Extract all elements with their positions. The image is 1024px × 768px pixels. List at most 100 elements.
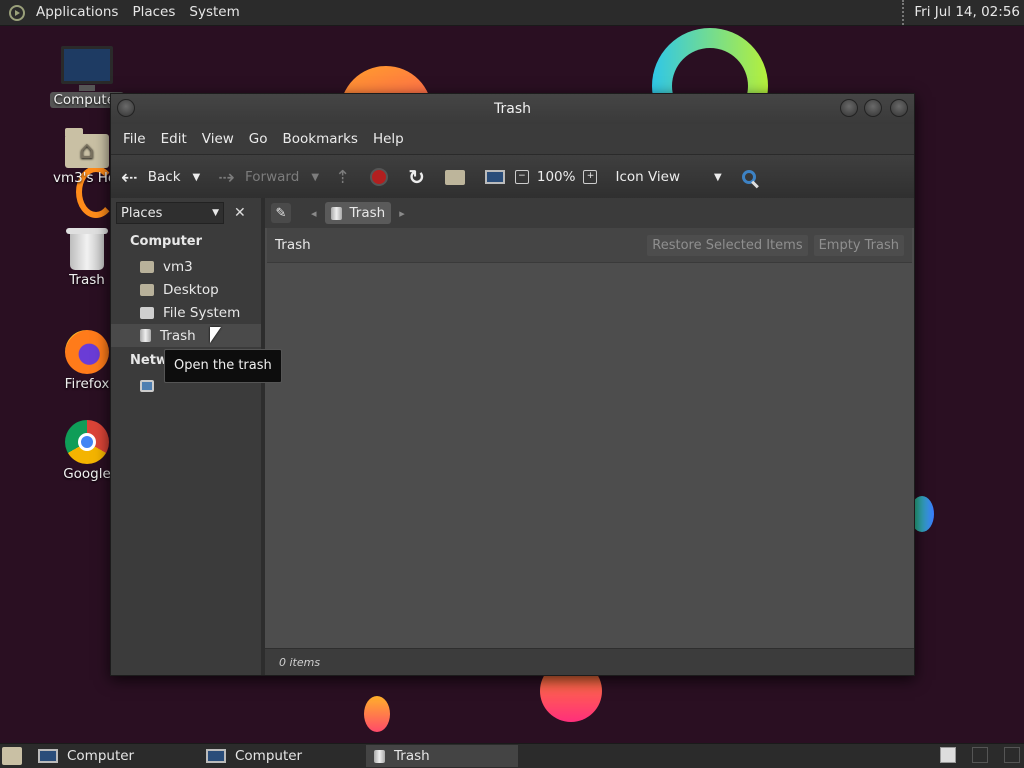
zoom-control[interactable]: − 100% +: [510, 161, 611, 193]
show-desktop-icon[interactable]: [2, 747, 22, 765]
empty-trash-button[interactable]: Empty Trash: [813, 234, 904, 256]
forward-button[interactable]: ⇢ Forward ▼: [213, 161, 324, 193]
menu-system[interactable]: System: [182, 0, 246, 25]
breadcrumb-label: Trash: [349, 205, 386, 221]
up-button[interactable]: ⇡: [330, 161, 355, 193]
sidebar-item-desktop[interactable]: Desktop: [111, 278, 261, 301]
file-view-area[interactable]: [265, 263, 914, 648]
reload-button[interactable]: ↻: [403, 161, 430, 193]
sidebar-section-computer: Computer: [130, 234, 203, 249]
window-title: Trash: [494, 101, 531, 117]
top-panel: Applications Places System Fri Jul 14, 0…: [0, 0, 1024, 26]
close-button[interactable]: [890, 99, 908, 117]
restore-selected-button[interactable]: Restore Selected Items: [647, 234, 808, 256]
chevron-left-icon[interactable]: ◂: [311, 207, 317, 220]
home-folder-icon: [65, 128, 109, 168]
computer-icon: [38, 749, 58, 763]
breadcrumb-trash[interactable]: Trash: [324, 202, 392, 224]
sidebar-selector-label: Places: [121, 205, 163, 221]
zoom-in-icon[interactable]: +: [583, 170, 598, 184]
computer-icon: [61, 46, 113, 91]
menu-help[interactable]: Help: [367, 131, 410, 147]
sidebar-item-filesystem[interactable]: File System: [111, 301, 261, 324]
file-manager-window: Trash File Edit View Go Bookmarks Help ⇠…: [110, 93, 915, 676]
sidebar-item-vm3[interactable]: vm3: [111, 255, 261, 278]
forward-arrow-icon: ⇢: [218, 165, 236, 189]
window-titlebar[interactable]: Trash: [111, 94, 914, 124]
workspace-2[interactable]: [972, 747, 988, 763]
back-button[interactable]: ⇠ Back ▼: [111, 161, 205, 193]
forward-label: Forward: [245, 169, 300, 185]
trash-infobar: Trash Restore Selected Items Empty Trash: [267, 228, 912, 263]
trash-icon: [66, 228, 108, 270]
status-bar: 0 items: [265, 648, 914, 675]
tooltip: Open the trash: [164, 349, 282, 383]
window-menu-button[interactable]: [117, 99, 135, 117]
toolbar: ⇠ Back ▼ ⇢ Forward ▼ ⇡ ↻ − 100% + Icon V…: [111, 154, 914, 200]
menu-applications[interactable]: Applications: [29, 0, 125, 25]
location-bar: ✎ ◂ Trash ▸: [265, 198, 914, 228]
sidebar-item-label: Trash: [160, 327, 196, 344]
mouse-cursor-icon: [210, 327, 221, 343]
trash-icon: [140, 329, 151, 342]
window-body: Places ▼ ✕ Computer vm3 Desktop File Sys…: [111, 198, 914, 675]
main-pane: ✎ ◂ Trash ▸ Trash Restore Selected Items…: [265, 198, 914, 675]
chevron-down-icon[interactable]: ▼: [311, 172, 319, 183]
taskbar-item-computer[interactable]: Computer: [30, 745, 182, 767]
network-icon: [140, 379, 154, 392]
back-label: Back: [147, 169, 181, 185]
minimize-button[interactable]: [840, 99, 858, 117]
firefox-icon: [65, 330, 109, 374]
view-mode-select[interactable]: Icon View ▼: [610, 161, 726, 193]
workspace-1[interactable]: [940, 747, 956, 763]
menu-file[interactable]: File: [117, 131, 152, 147]
taskbar-label: Trash: [394, 748, 430, 764]
home-folder-icon: [444, 169, 465, 185]
menu-bookmarks[interactable]: Bookmarks: [277, 131, 364, 147]
filesystem-icon: [140, 306, 154, 319]
menu-go[interactable]: Go: [243, 131, 274, 147]
workspace-3[interactable]: [1004, 747, 1020, 763]
taskbar-label: Computer: [235, 748, 303, 764]
back-arrow-icon: ⇠: [121, 165, 138, 189]
infobar-actions: Restore Selected Items Empty Trash: [641, 234, 904, 256]
up-arrow-icon: ⇡: [335, 166, 351, 188]
home-button[interactable]: [440, 161, 470, 193]
item-count: 0 items: [279, 655, 321, 669]
sidebar-item-trash[interactable]: Trash: [111, 324, 261, 347]
sidebar-item-label: File System: [163, 304, 241, 321]
zoom-level: 100%: [536, 169, 576, 185]
taskbar-item-computer[interactable]: Computer: [198, 745, 350, 767]
infobar-title: Trash: [275, 237, 311, 253]
menubar: File Edit View Go Bookmarks Help: [111, 124, 914, 154]
stop-icon: [370, 168, 389, 186]
stop-button[interactable]: [365, 161, 393, 193]
chevron-down-icon: ▼: [212, 208, 219, 218]
taskbar-item-trash[interactable]: Trash: [366, 745, 518, 767]
menu-logo-icon[interactable]: [9, 4, 25, 21]
trash-icon: [330, 206, 342, 220]
sidebar-selector[interactable]: Places ▼: [116, 202, 224, 224]
chevron-down-icon[interactable]: ▼: [193, 172, 201, 183]
computer-icon: [206, 749, 226, 763]
clock[interactable]: Fri Jul 14, 02:56: [902, 0, 1020, 25]
desktop-icon-label: Trash: [69, 272, 105, 288]
menu-view[interactable]: View: [196, 131, 240, 147]
top-menu: Applications Places System: [29, 0, 247, 25]
taskbar-label: Computer: [67, 748, 135, 764]
sidebar-item-label: vm3: [163, 258, 193, 275]
search-button[interactable]: [737, 161, 761, 193]
chevron-down-icon: ▼: [714, 171, 722, 183]
menu-edit[interactable]: Edit: [155, 131, 193, 147]
search-icon: [741, 170, 756, 184]
maximize-button[interactable]: [864, 99, 882, 117]
close-icon[interactable]: ✕: [234, 205, 246, 221]
chevron-right-icon[interactable]: ▸: [399, 207, 405, 220]
zoom-out-icon[interactable]: −: [514, 170, 529, 184]
edit-location-button[interactable]: ✎: [271, 203, 291, 223]
computer-button[interactable]: [480, 161, 510, 193]
view-mode-label: Icon View: [615, 169, 681, 185]
menu-places[interactable]: Places: [125, 0, 182, 25]
home-folder-icon: [140, 260, 154, 273]
desktop-icon-label: Google: [63, 466, 111, 482]
